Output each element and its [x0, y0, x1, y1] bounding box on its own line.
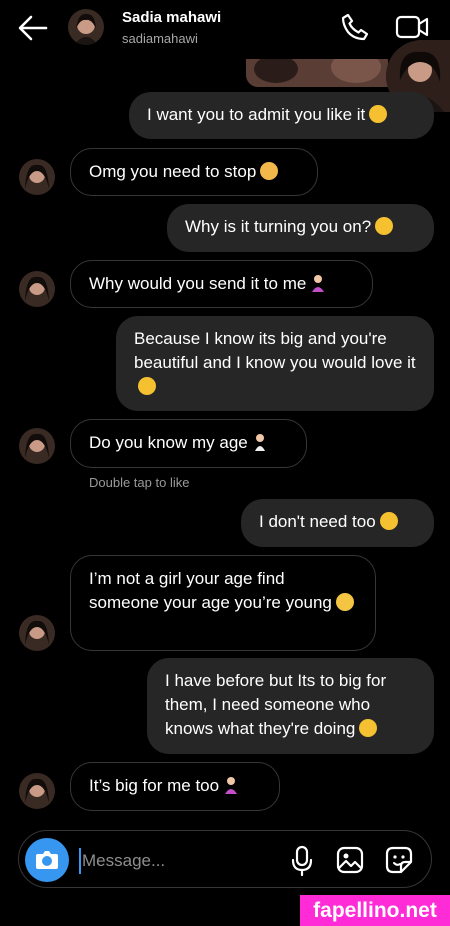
contact-avatar-small[interactable] — [19, 428, 55, 464]
message-text: Omg you need to stop — [89, 162, 257, 181]
message-bubble-sent[interactable]: Because I know its big and you're beauti… — [116, 316, 434, 411]
person-shrugging-emoji-icon — [310, 274, 326, 292]
message-text: I’m not a girl your age find someone you… — [89, 569, 332, 612]
video-call-icon[interactable] — [395, 12, 429, 42]
contact-avatar-small[interactable] — [19, 615, 55, 651]
watermark: fapellino.net — [300, 895, 450, 926]
message-bubble-received[interactable]: Do you know my age — [70, 419, 307, 468]
contact-avatar[interactable] — [68, 9, 104, 45]
message-text: I want you to admit you like it — [147, 105, 366, 124]
back-arrow-icon[interactable] — [16, 14, 50, 42]
message-bubble-sent[interactable]: Why is it turning you on? — [167, 204, 434, 252]
camera-button[interactable] — [25, 838, 69, 882]
message-bubble-sent[interactable]: I want you to admit you like it — [129, 92, 434, 139]
message-text: It’s big for me too — [89, 776, 220, 795]
message-text: Why would you send it to me — [89, 274, 307, 293]
smirk-emoji-icon — [138, 377, 156, 395]
message-bubble-received[interactable]: I’m not a girl your age find someone you… — [70, 555, 376, 651]
contact-name[interactable]: Sadia mahawi — [122, 9, 221, 26]
message-text: Do you know my age — [89, 433, 248, 452]
message-bubble-sent[interactable]: I have before but Its to big for them, I… — [147, 658, 434, 754]
message-bubble-received[interactable]: Why would you send it to me — [70, 260, 373, 308]
person-shrugging-emoji-icon — [223, 776, 239, 794]
double-tap-hint: Double tap to like — [89, 475, 190, 490]
message-text: Why is it turning you on? — [185, 217, 372, 236]
message-bubble-sent[interactable]: I don't need too — [241, 499, 434, 547]
microphone-icon[interactable] — [290, 845, 314, 877]
contact-avatar-small[interactable] — [19, 159, 55, 195]
person-standing-emoji-icon — [252, 433, 268, 451]
sticker-icon[interactable] — [385, 846, 413, 874]
eye-roll-emoji-icon — [335, 593, 354, 611]
smirk-emoji-icon — [375, 217, 394, 235]
message-bubble-received[interactable]: It’s big for me too — [70, 762, 280, 811]
smirk-emoji-icon — [379, 512, 398, 530]
camera-icon — [36, 851, 58, 869]
smirk-emoji-icon — [369, 105, 388, 123]
phone-icon[interactable] — [340, 12, 370, 42]
contact-avatar-small[interactable] — [19, 773, 55, 809]
flushed-emoji-icon — [260, 162, 279, 180]
smirk-emoji-icon — [359, 719, 378, 737]
gallery-icon[interactable] — [336, 846, 364, 874]
message-bubble-received[interactable]: Omg you need to stop — [70, 148, 318, 196]
message-input[interactable] — [82, 849, 262, 873]
contact-username: sadiamahawi — [122, 31, 198, 46]
contact-avatar-small[interactable] — [19, 271, 55, 307]
message-text: I have before but Its to big for them, I… — [165, 671, 387, 738]
message-text: I don't need too — [259, 512, 376, 531]
shared-image-thumbnail[interactable] — [246, 59, 388, 87]
text-cursor — [79, 848, 81, 874]
message-text: Because I know its big and you're beauti… — [134, 329, 416, 372]
